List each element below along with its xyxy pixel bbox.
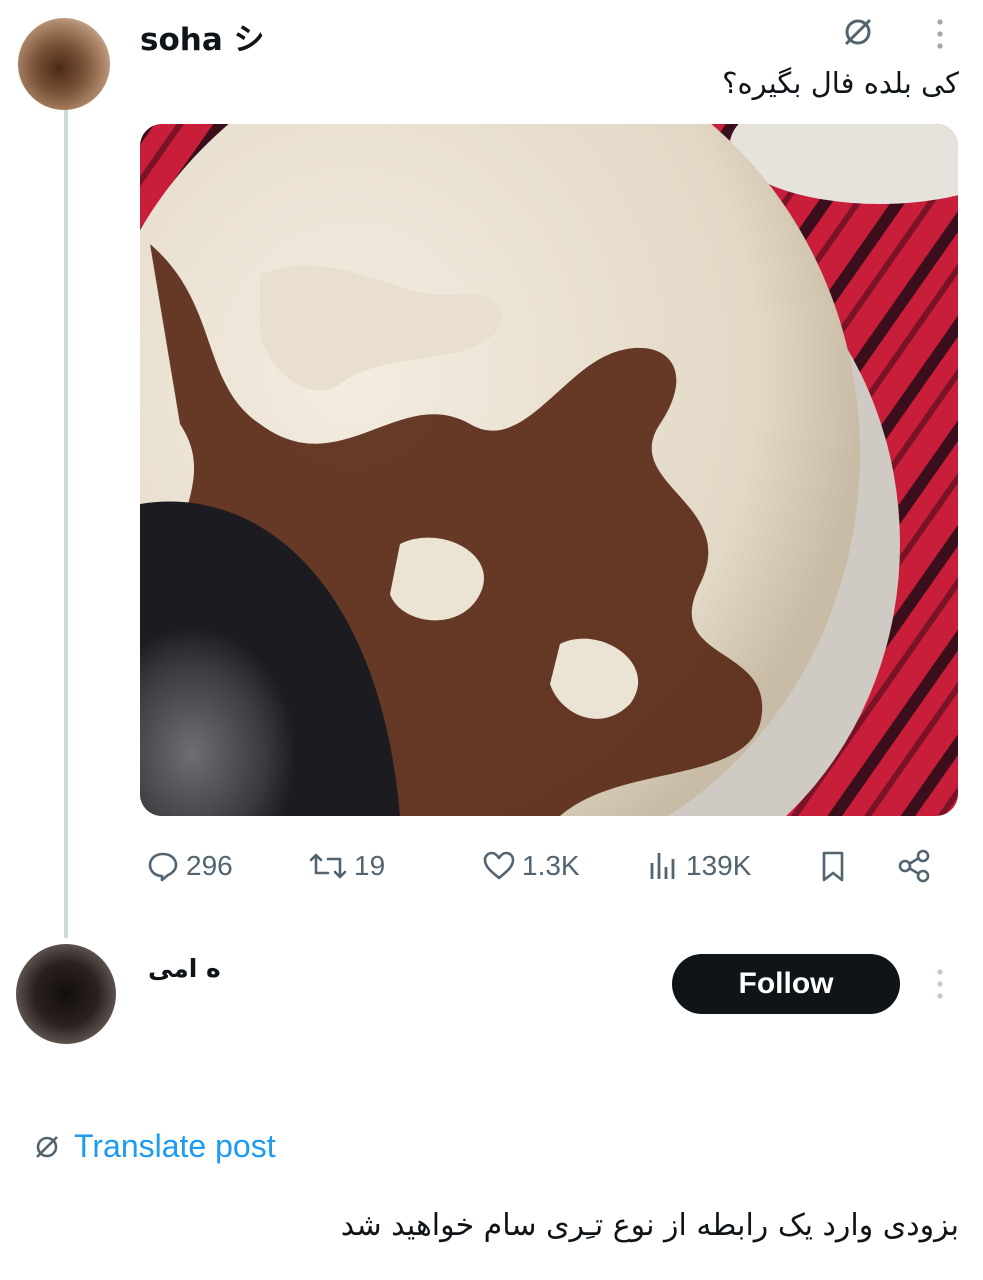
views-button[interactable]: 139K bbox=[646, 836, 751, 896]
thread-line bbox=[64, 108, 68, 938]
repost-icon bbox=[309, 853, 347, 879]
reply-avatar[interactable] bbox=[16, 944, 116, 1044]
bookmark-button[interactable] bbox=[816, 836, 850, 896]
share-button[interactable] bbox=[896, 836, 932, 896]
reply-text: بزودی وارد یک رابطه از نوع تـِری سام خوا… bbox=[340, 1208, 959, 1243]
post-text: کی بلده فال بگیره؟ bbox=[722, 66, 959, 100]
views-icon bbox=[650, 853, 675, 879]
follow-button[interactable]: Follow bbox=[672, 954, 900, 1014]
grok-icon[interactable] bbox=[836, 10, 880, 54]
bookmark-icon bbox=[822, 851, 844, 882]
action-bar: 296 19 1.3K 139K bbox=[140, 836, 940, 896]
reply-button[interactable]: 296 bbox=[146, 836, 233, 896]
repost-button[interactable]: 19 bbox=[308, 836, 385, 896]
post-username[interactable]: soha シ bbox=[140, 14, 265, 59]
more-vertical-icon[interactable] bbox=[930, 12, 950, 56]
reply-count: 296 bbox=[186, 850, 233, 881]
like-count: 1.3K bbox=[522, 850, 580, 881]
avatar[interactable] bbox=[18, 18, 110, 110]
post-media[interactable] bbox=[140, 124, 958, 816]
heart-icon bbox=[483, 851, 515, 880]
grok-icon bbox=[36, 1135, 58, 1158]
reply-icon bbox=[148, 852, 178, 882]
like-button[interactable]: 1.3K bbox=[482, 836, 580, 896]
more-vertical-icon[interactable] bbox=[930, 962, 950, 1006]
views-count: 139K bbox=[686, 850, 752, 881]
translate-post-link[interactable]: Translate post bbox=[30, 1128, 276, 1165]
translate-label: Translate post bbox=[74, 1128, 276, 1164]
share-icon bbox=[898, 849, 930, 883]
reply-username[interactable]: ه امی bbox=[148, 954, 221, 983]
repost-count: 19 bbox=[354, 850, 386, 881]
